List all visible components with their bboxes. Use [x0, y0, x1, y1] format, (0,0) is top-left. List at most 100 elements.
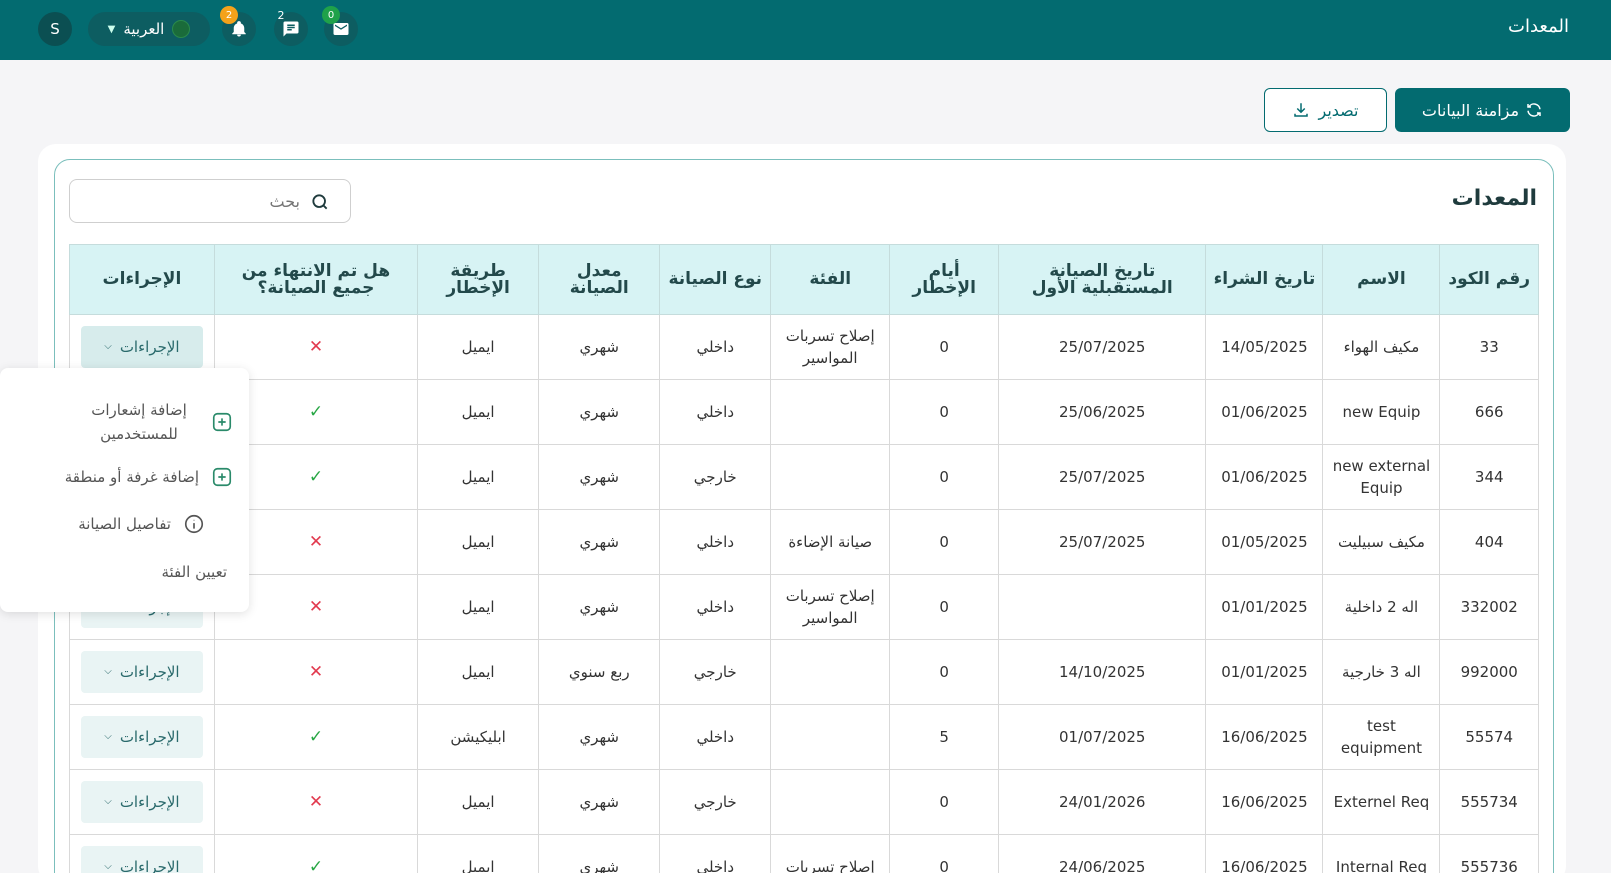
cell-code: 332002	[1439, 574, 1539, 640]
cell-category	[770, 704, 891, 770]
table-row: 344 new external Equip 01/06/2025 25/07/202…	[69, 444, 1539, 510]
column-header[interactable]: أيام الإخطار	[889, 244, 1000, 315]
export-button[interactable]: تصدير	[1264, 88, 1387, 132]
cell-type: داخلي	[659, 574, 772, 640]
table-row: 666 new Equip 01/06/2025 25/06/2025 0 داخلي شه…	[69, 379, 1539, 445]
chevron-down-icon: ⌵	[104, 341, 112, 352]
cell-rate: شهري	[538, 704, 661, 770]
cell-days: 0	[889, 574, 1000, 640]
cell-purchase: 01/06/2025	[1205, 379, 1324, 445]
cell-purchase: 16/06/2025	[1205, 834, 1324, 873]
search-input[interactable]	[140, 180, 300, 222]
cell-rate: شهري	[538, 314, 661, 380]
menu-item-assign-category[interactable]: تعيين الفئة	[161, 560, 227, 584]
cell-actions: الإجراءات ⌵	[69, 704, 215, 770]
cell-days: 5	[889, 704, 1000, 770]
cell-type: داخلي	[659, 314, 772, 380]
cell-actions: الإجراءات ⌵	[69, 769, 215, 835]
column-header[interactable]: تاريخ الصيانة المستقبلية الأول	[998, 244, 1207, 315]
actions-dropdown-button[interactable]: الإجراءات ⌵	[80, 651, 203, 693]
column-header[interactable]: الاسم	[1322, 244, 1441, 315]
chevron-down-icon: ▼	[107, 23, 116, 35]
cell-category	[770, 769, 891, 835]
cell-category: إصلاح تسربات	[770, 834, 891, 873]
sync-label: مزامنة البيانات	[1421, 100, 1520, 120]
cell-method: ايميل	[417, 834, 540, 873]
actions-label: الإجراءات	[119, 858, 180, 873]
cell-name: test equipment	[1322, 704, 1441, 770]
cell-done: ✕	[213, 769, 419, 835]
actions-dropdown-button[interactable]: الإجراءات ⌵	[80, 326, 203, 368]
mail-button[interactable]: 0	[322, 6, 358, 46]
cell-type: داخلي	[659, 379, 772, 445]
cell-purchase: 01/06/2025	[1205, 444, 1324, 510]
cell-purchase: 01/05/2025	[1205, 509, 1324, 575]
cell-actions: الإجراءات ⌵	[69, 639, 215, 705]
cell-category	[770, 444, 891, 510]
notifications-button[interactable]: 2	[220, 6, 256, 46]
cell-days: 0	[889, 769, 1000, 835]
cell-days: 0	[889, 379, 1000, 445]
flag-icon	[172, 20, 191, 38]
cell-category	[770, 639, 891, 705]
cell-rate: شهري	[538, 444, 661, 510]
equipment-table: رقم الكود الاسم تاريخ الشراء تاريخ الصيا…	[69, 244, 1539, 873]
cell-rate: ربع سنوي	[538, 639, 661, 705]
language-selector[interactable]: ▼ العربية	[88, 12, 210, 46]
cell-days: 0	[889, 834, 1000, 873]
messages-badge: 2	[277, 8, 285, 22]
cell-purchase: 01/01/2025	[1205, 639, 1324, 705]
cell-next: 25/06/2025	[998, 379, 1207, 445]
column-header[interactable]: تاريخ الشراء	[1205, 244, 1324, 315]
table-header-row: رقم الكود الاسم تاريخ الشراء تاريخ الصيا…	[69, 244, 1539, 315]
x-icon: ✕	[308, 337, 324, 357]
menu-item-label: إضافة إشعارات للمستخدمين	[91, 401, 187, 443]
menu-item-add-room[interactable]: إضافة غرفة أو منطقة	[65, 465, 233, 489]
table-row: 332002 اله 2 داخلية 01/01/2025 0 إصلاح تسربا…	[69, 574, 1539, 640]
cell-code: 555734	[1439, 769, 1539, 835]
notifications-badge: 2	[220, 6, 238, 24]
cell-purchase: 14/05/2025	[1205, 314, 1324, 380]
column-header[interactable]: معدل الصيانة	[538, 244, 661, 315]
cell-category	[770, 379, 891, 445]
cell-next: 25/07/2025	[998, 444, 1207, 510]
cell-code: 33	[1439, 314, 1539, 380]
column-header[interactable]: طريقة الإخطار	[417, 244, 540, 315]
cell-rate: شهري	[538, 574, 661, 640]
cell-method: ابليكيشن	[417, 704, 540, 770]
cell-type: داخلي	[659, 509, 772, 575]
table-body: 33 مكيف الهواء 14/05/2025 25/07/2025 0 إصلاح …	[69, 314, 1539, 873]
column-header[interactable]: نوع الصيانة	[659, 244, 772, 315]
avatar[interactable]: S	[38, 12, 72, 46]
column-header[interactable]: هل تم الانتهاء من جميع الصيانة؟	[213, 244, 419, 315]
search-icon	[312, 194, 328, 210]
cell-name: new external Equip	[1322, 444, 1441, 510]
actions-dropdown-button[interactable]: الإجراءات ⌵	[80, 846, 203, 873]
cell-rate: شهري	[538, 509, 661, 575]
sync-data-button[interactable]: مزامنة البيانات	[1395, 88, 1570, 132]
menu-item-add-user-notifications[interactable]: إضافة إشعارات للمستخدمين	[79, 398, 233, 446]
cell-code: 666	[1439, 379, 1539, 445]
cell-name: Internal Req	[1322, 834, 1441, 873]
table-row: 555736 Internal Req 16/06/2025 24/06/2025 0 إ…	[69, 834, 1539, 873]
cell-rate: شهري	[538, 379, 661, 445]
search-box[interactable]	[69, 179, 351, 223]
actions-dropdown-button[interactable]: الإجراءات ⌵	[80, 716, 203, 758]
actions-label: الإجراءات	[119, 338, 180, 356]
column-header[interactable]: الفئة	[770, 244, 891, 315]
plus-square-icon	[211, 411, 233, 433]
chevron-down-icon: ⌵	[104, 796, 112, 807]
table-row: 33 مكيف الهواء 14/05/2025 25/07/2025 0 إصلاح …	[69, 314, 1539, 380]
actions-label: الإجراءات	[119, 793, 180, 811]
cell-name: مكيف الهواء	[1322, 314, 1441, 380]
actions-dropdown-button[interactable]: الإجراءات ⌵	[80, 781, 203, 823]
column-header[interactable]: رقم الكود	[1439, 244, 1539, 315]
menu-item-label: تعيين الفئة	[161, 563, 227, 581]
cell-name: new Equip	[1322, 379, 1441, 445]
x-icon: ✕	[308, 662, 324, 682]
cell-done: ✓	[213, 704, 419, 770]
menu-item-maintenance-details[interactable]: تفاصيل الصيانة	[78, 512, 205, 536]
cell-method: ايميل	[417, 574, 540, 640]
messages-button[interactable]: 2	[274, 9, 308, 46]
plus-square-icon	[211, 466, 233, 488]
